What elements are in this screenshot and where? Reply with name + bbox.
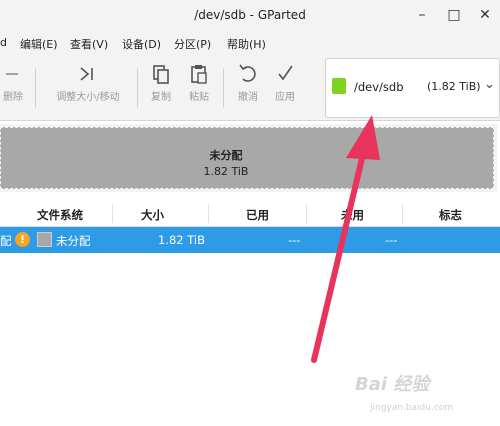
watermark-logo: Bai 经验 xyxy=(355,374,430,395)
watermark-url: jingyan.baidu.com xyxy=(370,403,454,413)
annotation-arrow xyxy=(311,115,380,363)
